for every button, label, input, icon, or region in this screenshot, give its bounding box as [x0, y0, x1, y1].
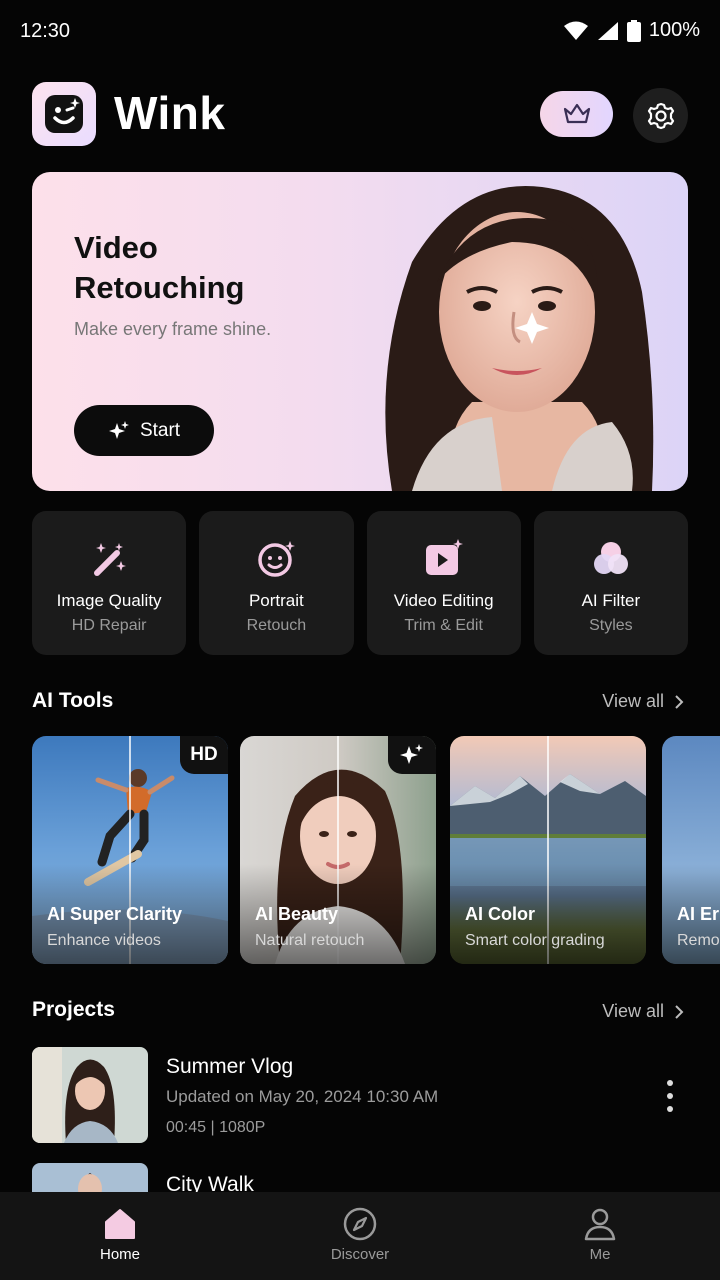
tool-name: AI Color: [465, 904, 535, 924]
view-all-label: View all: [602, 1001, 664, 1021]
chevron-right-icon: [675, 1004, 684, 1019]
feature-video-editing[interactable]: Video Editing Trim & Edit: [366, 511, 521, 655]
tool-card-super-clarity[interactable]: HD AI Super Clarity Enhance videos: [32, 736, 228, 964]
nav-me[interactable]: Me: [480, 1192, 720, 1280]
tool-card-ai-color[interactable]: AI Color Smart color grading: [450, 736, 646, 964]
feature-title: Video Editing: [393, 591, 494, 610]
feature-subtitle: Trim & Edit: [404, 617, 483, 634]
status-right: 100%: [563, 19, 700, 42]
tool-desc: Enhance videos: [47, 932, 161, 949]
project-thumbnail-image: [32, 1047, 148, 1143]
app-logo: [32, 82, 96, 146]
ai-tools-title: AI Tools: [32, 689, 114, 712]
projects-title: Projects: [32, 998, 115, 1021]
premium-button[interactable]: [540, 91, 613, 137]
sparkle-icon: [400, 744, 423, 764]
project-meta: 00:45 | 1080P: [166, 1119, 266, 1136]
tool-card-ai-beauty[interactable]: AI Beauty Natural retouch: [240, 736, 436, 964]
feature-portrait[interactable]: Portrait Retouch: [199, 511, 354, 655]
project-name: Summer Vlog: [166, 1055, 294, 1078]
battery-icon: [626, 19, 641, 42]
gear-icon: [647, 102, 674, 129]
project-thumbnail: [32, 1047, 148, 1143]
tool-name: AI Super Clarity: [47, 904, 183, 924]
hd-badge: HD: [180, 736, 228, 774]
tool-card-ai-eraser[interactable]: AI Er Remo: [662, 736, 720, 964]
hero-banner[interactable]: Video Retouching Make every frame shine.…: [32, 172, 688, 491]
ai-tools-view-all[interactable]: View all: [602, 691, 684, 712]
tool-desc: Remo: [677, 932, 720, 949]
nav-label: Home: [99, 1246, 140, 1263]
projects-view-all[interactable]: View all: [602, 1001, 684, 1022]
start-button[interactable]: Start: [74, 405, 214, 456]
crown-icon: [563, 103, 590, 124]
video-play-icon: [425, 539, 463, 575]
feature-subtitle: Retouch: [246, 617, 307, 634]
feature-image-quality[interactable]: Image Quality HD Repair: [32, 511, 187, 655]
ai-tools-carousel[interactable]: HD AI Super Clarity Enhance videos AI Be…: [32, 736, 720, 964]
project-item[interactable]: Summer Vlog Updated on May 20, 2024 10:3…: [32, 1047, 688, 1143]
status-time: 12:30: [20, 20, 71, 42]
face-sparkle-icon: [258, 541, 296, 577]
tool-name: AI Beauty: [255, 904, 339, 924]
status-bar: 12:30 100%: [0, 0, 720, 64]
start-button-label: Start: [139, 419, 181, 441]
tool-name: AI Er: [677, 904, 720, 924]
home-icon: [105, 1209, 135, 1239]
app-name: Wink: [114, 87, 226, 139]
signal-icon: [597, 21, 618, 40]
color-circles-icon: [593, 542, 628, 574]
wink-logo-icon: [45, 95, 83, 133]
sparkle-badge: [388, 736, 436, 774]
nav-discover[interactable]: Discover: [240, 1192, 480, 1280]
project-updated: Updated on May 20, 2024 10:30 AM: [166, 1087, 439, 1106]
feature-title: AI Filter: [581, 591, 641, 610]
view-all-label: View all: [602, 691, 664, 711]
feature-subtitle: Styles: [589, 617, 633, 634]
feature-ai-filter[interactable]: AI Filter Styles: [533, 511, 688, 655]
tool-desc: Smart color grading: [465, 932, 605, 949]
wifi-icon: [563, 21, 588, 40]
bottom-navigation: Home Discover Me: [0, 1192, 720, 1280]
nav-label: Discover: [330, 1246, 390, 1263]
hero-portrait-image: [385, 185, 654, 491]
compass-icon: [343, 1207, 377, 1241]
chevron-right-icon: [675, 694, 684, 709]
tool-desc: Natural retouch: [255, 932, 365, 949]
nav-label: Me: [589, 1246, 611, 1263]
more-vertical-icon[interactable]: [660, 1077, 680, 1117]
feature-cards: Image Quality HD Repair Portrait Retouch…: [32, 511, 688, 655]
magic-wand-icon: [94, 543, 127, 576]
feature-subtitle: HD Repair: [71, 617, 147, 634]
hero-title: Video Retouching: [74, 230, 245, 305]
settings-button[interactable]: [633, 88, 688, 143]
feature-title: Image Quality: [56, 591, 162, 610]
hero-subtitle: Make every frame shine.: [74, 319, 272, 339]
sparkle-icon: [108, 420, 129, 439]
nav-home[interactable]: Home: [0, 1192, 240, 1280]
user-icon: [584, 1208, 616, 1241]
battery-percent: 100%: [648, 19, 700, 41]
feature-title: Portrait: [248, 591, 304, 610]
